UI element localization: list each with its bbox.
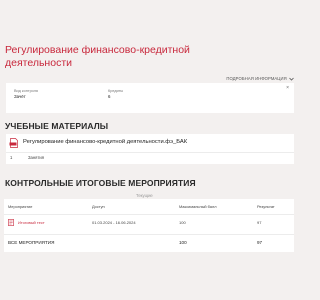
course-info-card: × Вид контроля Зачёт Кредиты 6 — [6, 83, 294, 113]
column-header-max-score: Максимальный балл — [179, 204, 217, 209]
total-max-score: 100 — [179, 240, 187, 245]
credits-value: 6 — [108, 94, 111, 99]
event-result: 97 — [257, 220, 262, 225]
close-icon[interactable]: × — [286, 86, 289, 91]
column-header-event: Мероприятие — [8, 204, 33, 209]
credits: Кредиты 6 — [108, 89, 123, 100]
details-link-label: ПОДРОБНАЯ ИНФОРМАЦИЯ — [226, 76, 287, 81]
events-table: Мероприятие Доступ Максимальный балл Рез… — [4, 199, 294, 252]
materials-card: Регулирование финансово-кредитной деятел… — [6, 134, 294, 164]
document-row[interactable]: Регулирование финансово-кредитной деятел… — [9, 138, 289, 148]
total-label: ВСЕ МЕРОПРИЯТИЯ — [8, 240, 55, 245]
event-max-score: 100 — [179, 220, 186, 225]
control-type: Вид контроля Зачёт — [14, 89, 38, 100]
document-title: Регулирование финансово-кредитной деятел… — [23, 139, 188, 145]
details-link[interactable]: ПОДРОБНАЯ ИНФОРМАЦИЯ — [226, 76, 294, 81]
total-result: 97 — [257, 240, 263, 245]
event-name: Итоговый тест — [18, 220, 45, 225]
page-title: Регулирование финансово-кредитной деятел… — [5, 44, 190, 69]
lesson-label: Занятия — [28, 155, 44, 160]
event-access: 01.03.2024 - 16.06.2024 — [92, 220, 136, 225]
control-type-value: Зачёт — [14, 94, 26, 99]
table-row: Итоговый тест 01.03.2024 - 16.06.2024 10… — [4, 216, 294, 234]
table-header: Мероприятие Доступ Максимальный балл Рез… — [4, 204, 294, 212]
total-row: ВСЕ МЕРОПРИЯТИЯ 100 97 — [4, 235, 294, 251]
pdf-document-icon — [9, 138, 18, 148]
test-document-icon — [8, 219, 14, 226]
column-header-access: Доступ — [92, 204, 105, 209]
tab-current[interactable]: Текущие — [134, 193, 155, 198]
lesson-number: 1 — [10, 155, 13, 160]
materials-heading: УЧЕБНЫЕ МАТЕРИАЛЫ — [5, 121, 109, 131]
divider — [4, 214, 294, 215]
divider — [6, 152, 294, 153]
chevron-down-icon — [289, 77, 294, 81]
events-heading: КОНТРОЛЬНЫЕ ИТОГОВЫЕ МЕРОПРИЯТИЯ — [5, 178, 196, 188]
column-header-result: Результат — [257, 204, 275, 209]
